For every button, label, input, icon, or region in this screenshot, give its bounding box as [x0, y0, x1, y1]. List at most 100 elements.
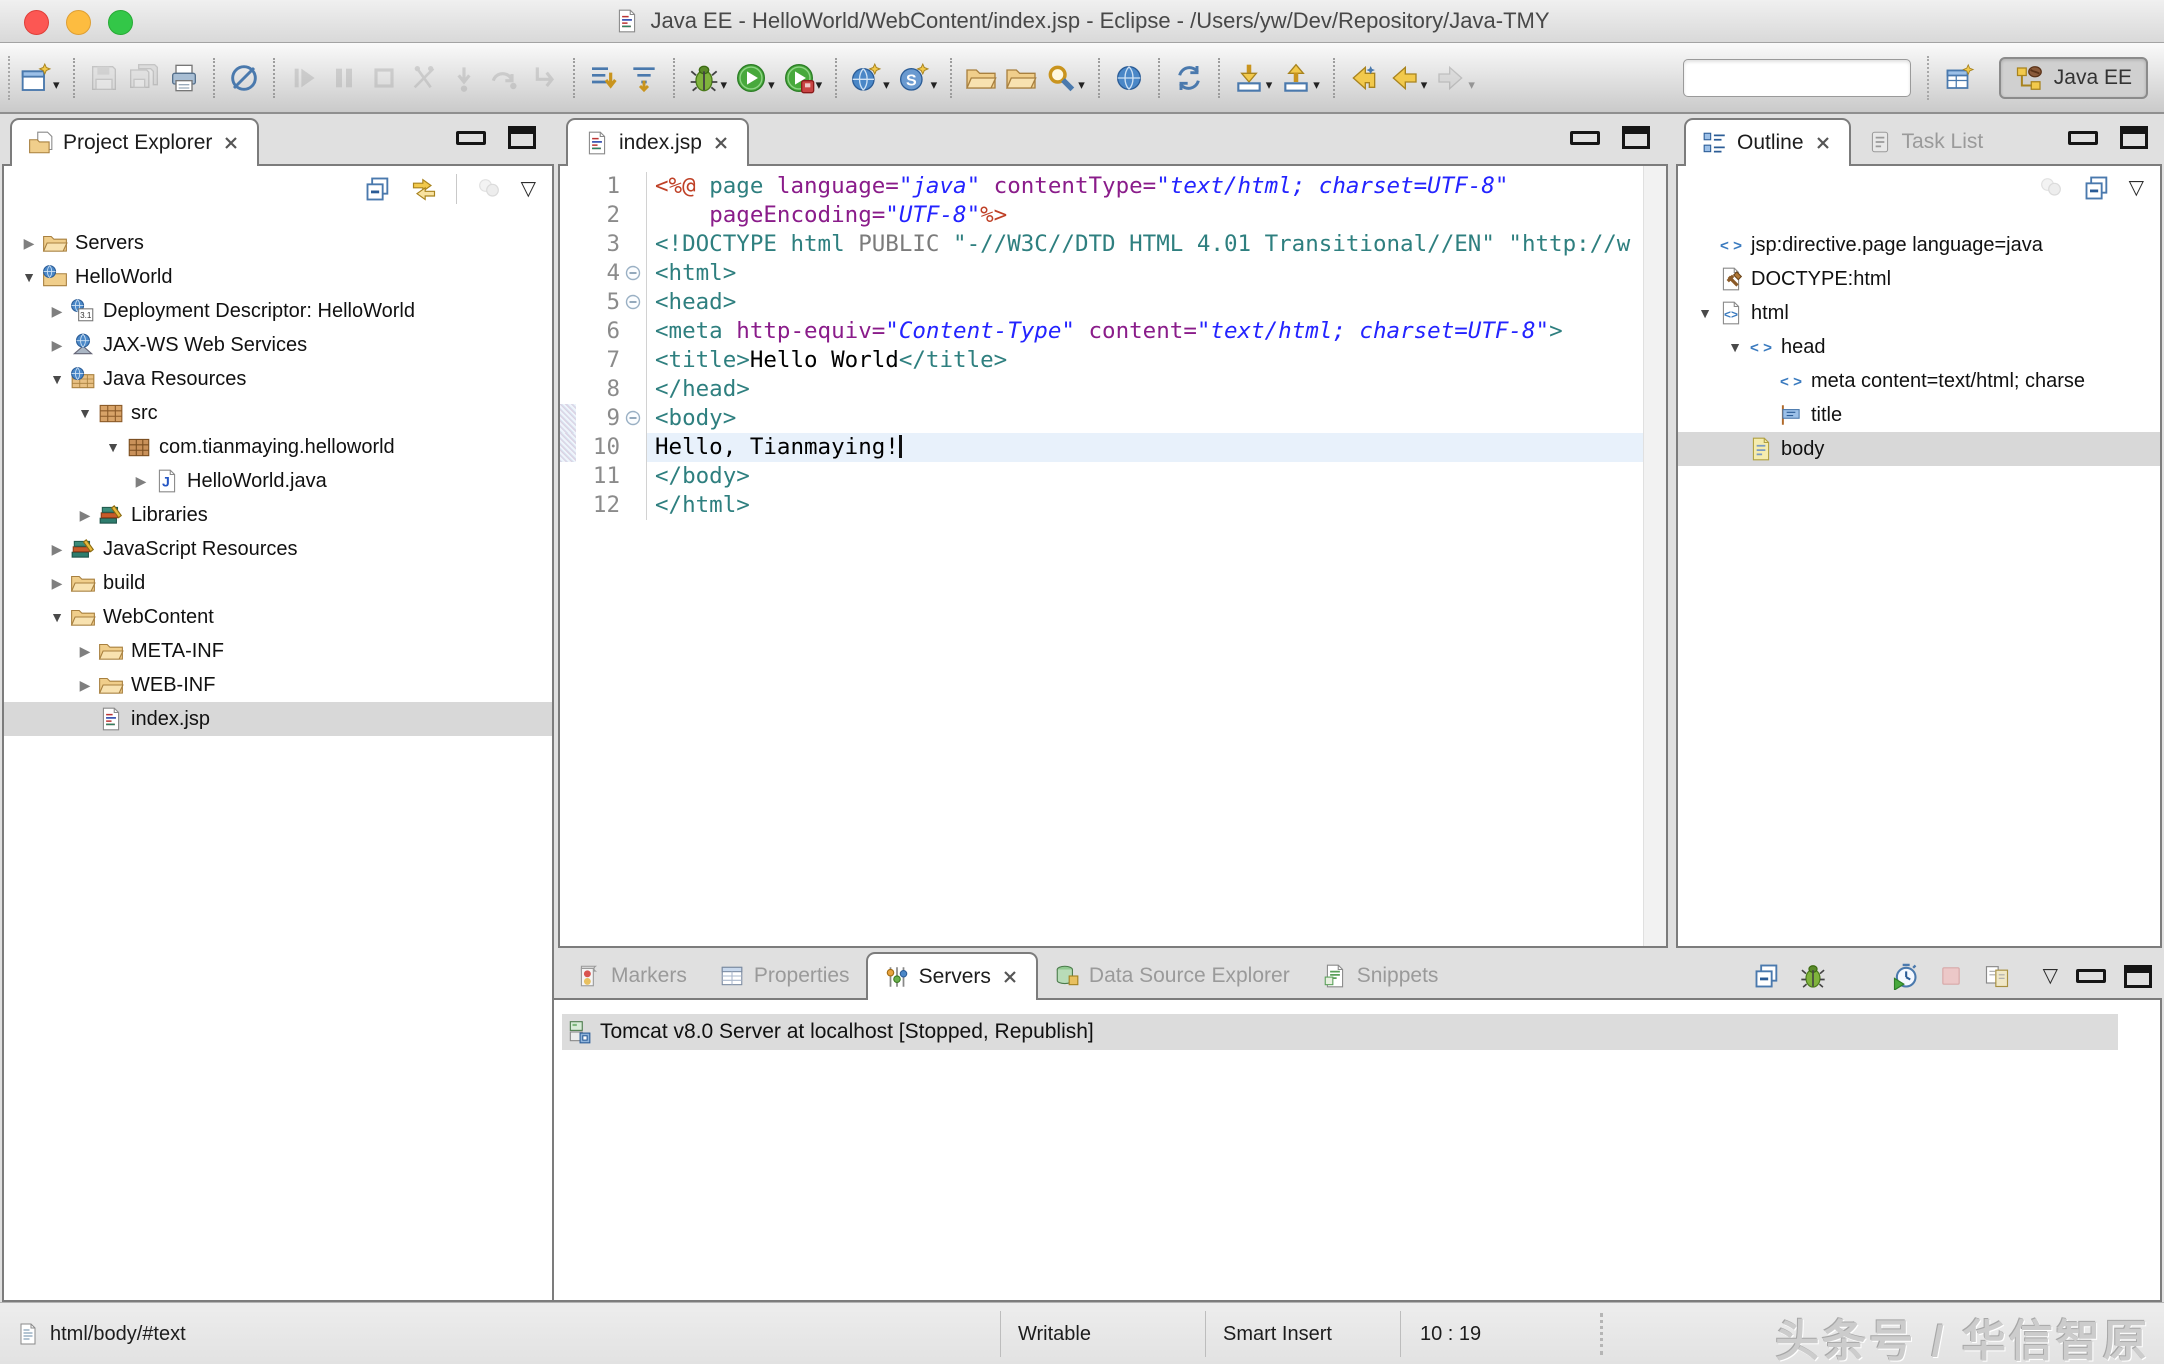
open-folder-button[interactable]: [961, 59, 1001, 97]
back-button[interactable]: ▾: [1384, 59, 1432, 97]
run-server-button[interactable]: ▾: [779, 59, 827, 97]
editor-line-1[interactable]: 1<%@ page language="java" contentType="t…: [560, 172, 1644, 201]
editor-line-2[interactable]: 2 pageEncoding="UTF-8"%>: [560, 201, 1644, 230]
editor-line-3[interactable]: 3<!DOCTYPE html PUBLIC "-//W3C//DTD HTML…: [560, 230, 1644, 259]
open-folder-button[interactable]: [1001, 59, 1041, 97]
dropdown-arrow-icon[interactable]: ▾: [1421, 76, 1428, 94]
tree-item-jax-ws-web-services[interactable]: ▶JAX-WS Web Services: [4, 328, 552, 362]
code-line[interactable]: <body>: [647, 404, 1644, 433]
tree-item-servers[interactable]: ▶Servers: [4, 226, 552, 260]
tree-item-meta-inf[interactable]: ▶META-INF: [4, 634, 552, 668]
debug-button[interactable]: ▾: [684, 59, 732, 97]
editor-line-6[interactable]: 6<meta http-equiv="Content-Type" content…: [560, 317, 1644, 346]
editor-line-12[interactable]: 12</html>: [560, 491, 1644, 520]
collapse-arrow-icon[interactable]: ▼: [72, 405, 98, 421]
editor-line-9[interactable]: 9<body>: [560, 404, 1644, 433]
fold-marker[interactable]: [620, 259, 647, 288]
view-menu-icon[interactable]: ▽: [521, 175, 536, 203]
new-wizard-button[interactable]: ▾: [16, 59, 64, 97]
web-service-button[interactable]: S▾: [894, 59, 942, 97]
maximize-view-icon[interactable]: [1622, 126, 1650, 149]
tree-item-webcontent[interactable]: ▼WebContent: [4, 600, 552, 634]
collapse-arrow-icon[interactable]: ▼: [44, 609, 70, 625]
tab-task-list[interactable]: Task List: [1851, 120, 2000, 164]
tree-item-javascript-resources[interactable]: ▶JavaScript Resources: [4, 532, 552, 566]
sort-list-button[interactable]: [584, 59, 624, 97]
collapse-all-icon[interactable]: [2083, 174, 2111, 202]
quick-access-input[interactable]: [1683, 59, 1911, 97]
tree-item-doctype-html[interactable]: DOCTYPE:html: [1678, 262, 2160, 296]
java-ee-perspective-button[interactable]: Java EE: [1999, 57, 2148, 99]
run-button[interactable]: ▾: [731, 59, 779, 97]
editor-line-4[interactable]: 4<html>: [560, 259, 1644, 288]
close-icon[interactable]: [221, 133, 241, 153]
code-editor[interactable]: 1<%@ page language="java" contentType="t…: [560, 172, 1644, 520]
link-with-editor-icon[interactable]: [410, 175, 438, 203]
minimize-window-button[interactable]: [66, 10, 91, 35]
last-edit-button[interactable]: [1344, 59, 1384, 97]
editor-line-8[interactable]: 8</head>: [560, 375, 1644, 404]
tree-item-java-resources[interactable]: ▼Java Resources: [4, 362, 552, 396]
skip-breakpoints-button[interactable]: [224, 59, 264, 97]
minimize-view-icon[interactable]: [456, 131, 486, 145]
expand-arrow-icon[interactable]: ▶: [128, 473, 154, 490]
code-line[interactable]: </body>: [647, 462, 1644, 491]
tab-index-jsp[interactable]: index.jsp: [566, 118, 749, 166]
tree-item-html[interactable]: ▼<>html: [1678, 296, 2160, 330]
open-perspective-button[interactable]: [1935, 58, 1985, 98]
toolbar-drag-handle[interactable]: [8, 56, 10, 100]
collapse-arrow-icon[interactable]: ▼: [16, 269, 42, 285]
print-button[interactable]: [164, 59, 204, 97]
code-line[interactable]: <head>: [647, 288, 1644, 317]
expand-arrow-icon[interactable]: ▶: [72, 677, 98, 694]
editor-line-10[interactable]: 10Hello, Tianmaying!: [560, 433, 1644, 462]
tree-item-build[interactable]: ▶build: [4, 566, 552, 600]
tree-item-web-inf[interactable]: ▶WEB-INF: [4, 668, 552, 702]
tree-item-body[interactable]: body: [1678, 432, 2160, 466]
code-line[interactable]: Hello, Tianmaying!: [647, 433, 1644, 462]
tree-item-helloworld[interactable]: ▼HelloWorld: [4, 260, 552, 294]
tab-servers[interactable]: Servers: [866, 952, 1038, 1000]
code-line[interactable]: </head>: [647, 375, 1644, 404]
tree-item-libraries[interactable]: ▶Libraries: [4, 498, 552, 532]
tree-item-com-tianmaying-helloworld[interactable]: ▼com.tianmaying.helloworld: [4, 430, 552, 464]
dropdown-arrow-icon[interactable]: ▾: [1468, 76, 1475, 94]
search-button[interactable]: ▾: [1041, 59, 1089, 97]
tree-item-jsp-directive-page-language-java[interactable]: < >jsp:directive.page language=java: [1678, 228, 2160, 262]
tab-markers[interactable]: Markers: [560, 954, 703, 998]
dropdown-arrow-icon[interactable]: ▾: [931, 76, 938, 94]
editor-line-5[interactable]: 5<head>: [560, 288, 1644, 317]
close-icon[interactable]: [711, 133, 731, 153]
minimize-view-icon[interactable]: [2068, 131, 2098, 145]
dropdown-arrow-icon[interactable]: ▾: [1313, 76, 1320, 94]
perspective-drag-handle[interactable]: [1927, 56, 1929, 100]
dropdown-arrow-icon[interactable]: ▾: [883, 76, 890, 94]
expand-arrow-icon[interactable]: ▶: [72, 507, 98, 524]
code-line[interactable]: pageEncoding="UTF-8"%>: [647, 201, 1644, 230]
dropdown-arrow-icon[interactable]: ▾: [53, 76, 60, 94]
code-line[interactable]: <meta http-equiv="Content-Type" content=…: [647, 317, 1644, 346]
sync-button[interactable]: [1169, 59, 1209, 97]
expand-arrow-icon[interactable]: ▶: [72, 643, 98, 660]
export-button[interactable]: ▾: [1276, 59, 1324, 97]
expand-arrow-icon[interactable]: ▶: [44, 337, 70, 354]
close-icon[interactable]: [1813, 133, 1833, 153]
fold-marker[interactable]: [620, 404, 647, 433]
dropdown-arrow-icon[interactable]: ▾: [1266, 76, 1273, 94]
dropdown-arrow-icon[interactable]: ▾: [768, 76, 775, 94]
close-icon[interactable]: [1000, 967, 1020, 987]
code-line[interactable]: <html>: [647, 259, 1644, 288]
maximize-view-icon[interactable]: [2120, 126, 2148, 149]
editor-scrollbar[interactable]: [1643, 166, 1666, 946]
tab-snippets[interactable]: Snippets: [1306, 954, 1455, 998]
focus-working-set-icon[interactable]: [475, 175, 503, 203]
code-line[interactable]: </html>: [647, 491, 1644, 520]
tab-project-explorer[interactable]: Project Explorer: [10, 118, 259, 166]
view-menu-icon[interactable]: ▽: [2129, 174, 2144, 202]
import-button[interactable]: ▾: [1229, 59, 1277, 97]
tree-item-src[interactable]: ▼src: [4, 396, 552, 430]
close-window-button[interactable]: [24, 10, 49, 35]
tree-item-head[interactable]: ▼< >head: [1678, 330, 2160, 364]
tree-item-index-jsp[interactable]: index.jsp: [4, 702, 552, 736]
expand-arrow-icon[interactable]: ▶: [44, 575, 70, 592]
